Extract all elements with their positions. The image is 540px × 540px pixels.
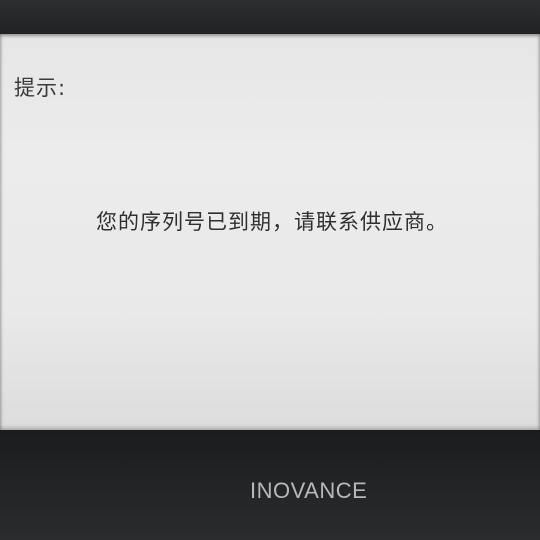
hmi-screen: 提示: 您的序列号已到期，请联系供应商。 — [0, 34, 540, 430]
expiry-message: 您的序列号已到期，请联系供应商。 — [96, 210, 448, 234]
dialog-title: 提示: — [14, 76, 67, 100]
top-bezel — [0, 0, 540, 34]
hmi-device: 提示: 您的序列号已到期，请联系供应商。 INOVANCE — [0, 0, 540, 540]
brand-logo: INOVANCE — [250, 478, 368, 503]
